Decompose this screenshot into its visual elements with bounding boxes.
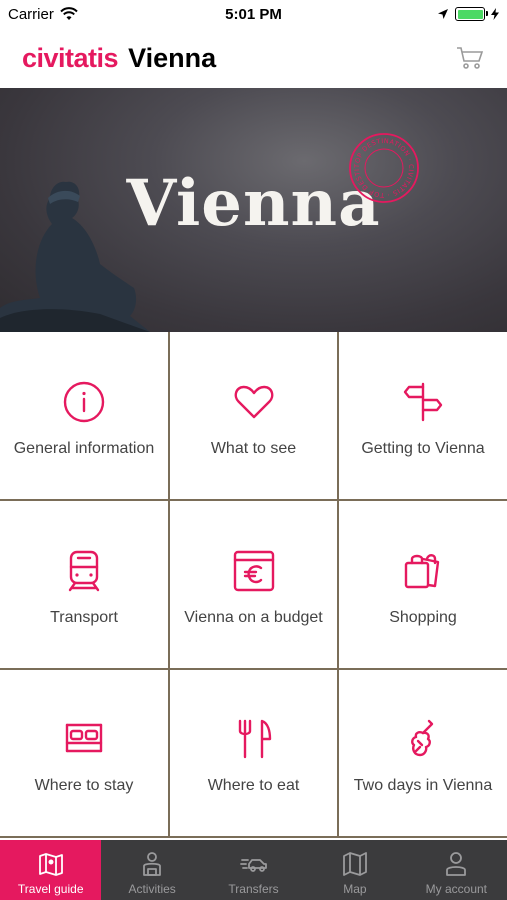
tile-general-information[interactable]: General information — [0, 332, 168, 499]
bolt-icon — [491, 8, 499, 20]
tab-map[interactable]: Map — [304, 840, 405, 900]
hero-title: Vienna — [126, 166, 381, 241]
violin-icon — [411, 719, 434, 757]
tile-label: Two days in Vienna — [353, 777, 493, 794]
page-title: Vienna — [128, 42, 217, 73]
tile-where-to-stay[interactable]: Where to stay — [0, 670, 168, 836]
cart-icon[interactable] — [455, 42, 485, 72]
tile-label: Vienna on a budget — [184, 608, 323, 626]
top-destination-stamp: TOP DESTINATION · CIVITATIS · TOP DESTIN… — [348, 132, 419, 203]
tab-bar: Travel guide Activities Transfers Map My… — [0, 840, 507, 900]
tab-travel-guide[interactable]: Travel guide — [0, 840, 102, 900]
tab-label: Activities — [128, 882, 176, 896]
tile-vienna-on-a-budget[interactable]: Vienna on a budget — [170, 501, 337, 668]
tile-what-to-see[interactable]: What to see — [170, 332, 337, 499]
tile-label: Getting to Vienna — [361, 439, 485, 457]
tile-getting-to-vienna[interactable]: Getting to Vienna — [339, 332, 507, 499]
battery-indicator — [455, 7, 488, 21]
user-icon — [446, 852, 467, 876]
brand-logo[interactable]: civitatis — [22, 43, 119, 74]
tile-transport[interactable]: Transport — [0, 501, 168, 668]
tile-shopping[interactable]: Shopping — [339, 501, 507, 668]
signpost-icon — [403, 382, 443, 421]
guide-grid: General information What to see Getting … — [0, 332, 507, 838]
tile-two-days-in-vienna[interactable]: Two days in Vienna — [339, 670, 507, 836]
tile-where-to-eat[interactable]: Where to eat — [170, 670, 337, 836]
shopping-bag-icon — [404, 553, 440, 588]
tab-activities[interactable]: Activities — [101, 840, 202, 900]
tile-label: Where to eat — [207, 777, 300, 794]
wifi-icon — [60, 7, 78, 20]
tab-my-account[interactable]: My account — [406, 840, 507, 900]
hero-banner: Vienna TOP DESTINATION · CIVITATIS · TOP… — [0, 88, 507, 332]
tile-label: Shopping — [389, 608, 457, 626]
heart-icon — [234, 385, 273, 418]
folded-map-icon — [343, 852, 367, 876]
euro-wallet-icon — [233, 550, 274, 591]
bed-icon — [65, 723, 103, 753]
info-icon — [63, 381, 105, 422]
tab-transfers[interactable]: Transfers — [203, 840, 304, 900]
app-header: civitatis Vienna — [0, 28, 507, 88]
tab-label: My account — [425, 882, 487, 896]
status-bar: Carrier 5:01 PM — [0, 0, 507, 28]
car-icon — [239, 859, 267, 872]
fork-knife-icon — [238, 719, 271, 759]
map-icon — [38, 853, 63, 876]
tile-label: General information — [13, 439, 155, 457]
tile-label: Transport — [50, 608, 118, 626]
tile-label: Where to stay — [34, 777, 134, 794]
carrier-label: Carrier — [8, 5, 54, 23]
tab-label: Map — [343, 882, 367, 896]
tab-label: Transfers — [228, 882, 279, 896]
location-arrow-icon — [438, 9, 448, 19]
activities-icon — [143, 852, 162, 876]
tab-label: Travel guide — [17, 882, 84, 896]
train-icon — [68, 550, 100, 591]
tile-label: What to see — [210, 439, 297, 457]
